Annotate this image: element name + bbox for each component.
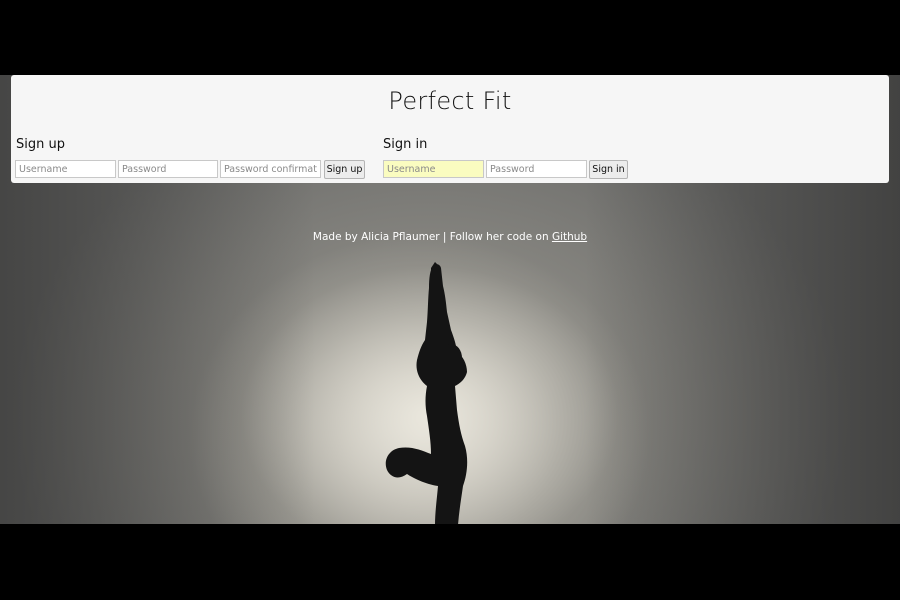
sign-up-button[interactable]: Sign up <box>324 160 365 179</box>
auth-panel: Perfect Fit Sign up Sign up Sign in Sign… <box>11 75 889 183</box>
footer-credit-text: Made by Alicia Pflaumer | Follow her cod… <box>312 231 552 243</box>
signin-password-field[interactable] <box>486 160 587 178</box>
signin-username-field[interactable] <box>383 160 484 178</box>
signup-password-field[interactable] <box>118 160 218 178</box>
sign-in-button[interactable]: Sign in <box>589 160 628 179</box>
signup-username-field[interactable] <box>15 160 116 178</box>
hero-background: Perfect Fit Sign up Sign up Sign in Sign… <box>0 75 900 524</box>
footer: Made by Alicia Pflaumer | Follow her cod… <box>0 231 900 243</box>
yoga-silhouette-image <box>385 262 468 524</box>
signin-heading: Sign in <box>383 137 428 152</box>
github-link[interactable]: Github <box>552 231 587 243</box>
page-title: Perfect Fit <box>388 87 512 115</box>
signup-password-confirmation-field[interactable] <box>220 160 321 178</box>
signup-heading: Sign up <box>16 137 65 152</box>
